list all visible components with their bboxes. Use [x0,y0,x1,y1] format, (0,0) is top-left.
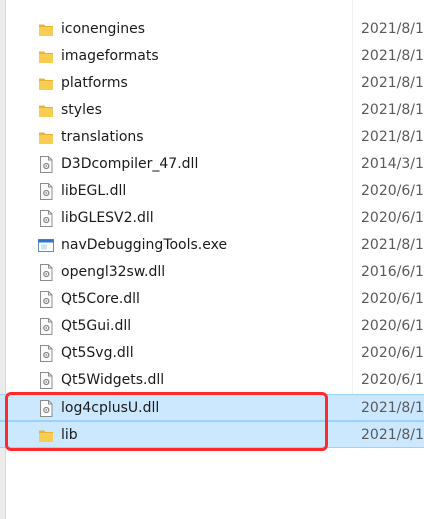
file-name: imageformats [61,48,159,64]
dll-file-icon [38,345,54,362]
folder-icon [38,129,54,146]
folder-icon [38,75,54,92]
file-date-modified: 2021/8/1 [361,75,424,91]
file-name: libGLESV2.dll [61,210,154,226]
file-name: iconengines [61,21,146,37]
file-row[interactable]: imageformats 2021/8/1 [0,43,424,70]
file-name: libEGL.dll [61,183,127,199]
file-date-modified: 2021/8/1 [361,48,424,64]
dll-file-icon [38,183,54,200]
file-row[interactable]: Qt5Svg.dll 2020/6/1 [0,340,424,367]
dll-file-icon [38,400,54,417]
file-row[interactable]: Qt5Core.dll 2020/6/1 [0,286,424,313]
file-name: styles [61,102,102,118]
folder-icon [38,21,54,38]
file-date-modified: 2016/6/1 [361,264,424,280]
file-date-modified: 2021/8/1 [361,400,424,416]
folder-icon [38,102,54,119]
file-name: platforms [61,75,128,91]
file-name: navDebuggingTools.exe [61,237,228,253]
file-list: iconengines 2021/8/1 imageformats 2021/8… [0,16,424,448]
file-date-modified: 2020/6/1 [361,372,424,388]
file-row[interactable]: lib 2021/8/1 [0,421,424,448]
file-row[interactable]: opengl32sw.dll 2016/6/1 [0,259,424,286]
folder-icon [38,427,54,444]
folder-icon [38,48,54,65]
dll-file-icon [38,372,54,389]
file-date-modified: 2020/6/1 [361,318,424,334]
file-row[interactable]: Qt5Gui.dll 2020/6/1 [0,313,424,340]
file-date-modified: 2021/8/1 [361,427,424,443]
file-name: lib [61,427,78,443]
file-date-modified: 2014/3/1 [361,156,424,172]
file-name: log4cplusU.dll [61,400,160,416]
file-row[interactable]: libEGL.dll 2020/6/1 [0,178,424,205]
file-date-modified: 2021/8/1 [361,21,424,37]
file-name: Qt5Core.dll [61,291,140,307]
dll-file-icon [38,210,54,227]
file-row[interactable]: platforms 2021/8/1 [0,70,424,97]
file-row[interactable]: log4cplusU.dll 2021/8/1 [0,394,424,421]
file-date-modified: 2021/8/1 [361,102,424,118]
file-row[interactable]: libGLESV2.dll 2020/6/1 [0,205,424,232]
file-name: Qt5Widgets.dll [61,372,165,388]
file-date-modified: 2021/8/1 [361,129,424,145]
file-row[interactable]: navDebuggingTools.exe 2021/8/1 [0,232,424,259]
file-date-modified: 2020/6/1 [361,183,424,199]
file-name: Qt5Gui.dll [61,318,132,334]
file-date-modified: 2020/6/1 [361,210,424,226]
file-row[interactable]: iconengines 2021/8/1 [0,16,424,43]
dll-file-icon [38,264,54,281]
file-name: D3Dcompiler_47.dll [61,156,199,172]
file-date-modified: 2021/8/1 [361,237,424,253]
file-name: Qt5Svg.dll [61,345,134,361]
file-row[interactable]: Qt5Widgets.dll 2020/6/1 [0,367,424,394]
file-row[interactable]: D3Dcompiler_47.dll 2014/3/1 [0,151,424,178]
file-row[interactable]: styles 2021/8/1 [0,97,424,124]
dll-file-icon [38,156,54,173]
exe-file-icon [38,237,54,254]
file-row[interactable]: translations 2021/8/1 [0,124,424,151]
file-date-modified: 2020/6/1 [361,291,424,307]
file-name: opengl32sw.dll [61,264,166,280]
dll-file-icon [38,291,54,308]
dll-file-icon [38,318,54,335]
file-name: translations [61,129,144,145]
file-date-modified: 2020/6/1 [361,345,424,361]
